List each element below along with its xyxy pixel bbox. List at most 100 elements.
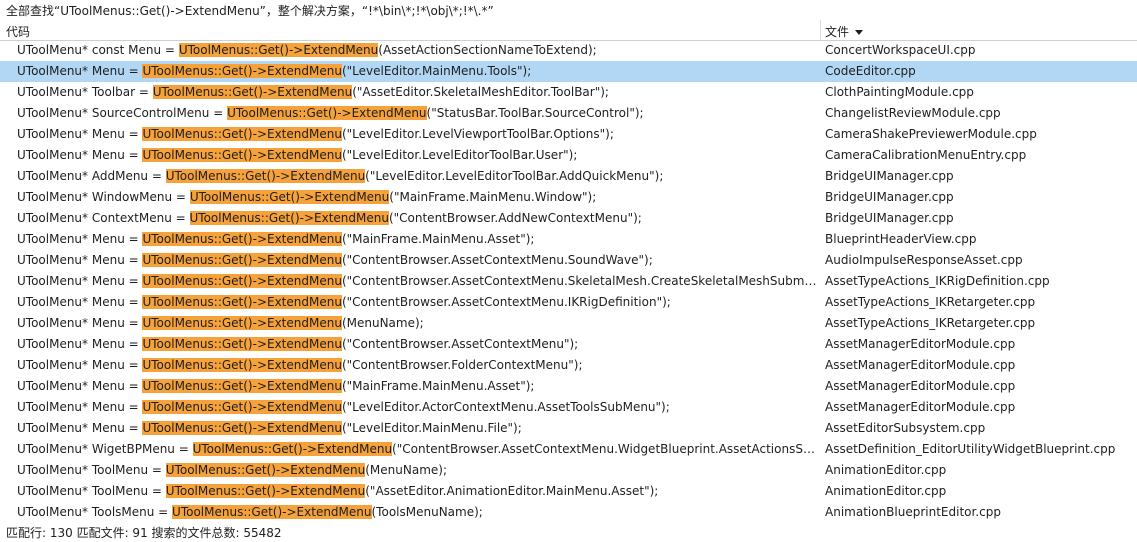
result-file: AssetManagerEditorModule.cpp: [825, 337, 1016, 351]
result-code: UToolMenu* ToolMenu = UToolMenus::Get()-…: [17, 481, 817, 502]
code-suffix: ("ContentBrowser.AssetContextMenu.SoundW…: [341, 253, 653, 267]
code-prefix: UToolMenu* ContextMenu =: [17, 211, 190, 225]
match-highlight: UToolMenus::Get()->ExtendMenu: [165, 169, 366, 183]
match-highlight: UToolMenus::Get()->ExtendMenu: [165, 463, 366, 477]
match-highlight: UToolMenus::Get()->ExtendMenu: [142, 232, 342, 246]
code-suffix: ("ContentBrowser.AssetContextMenu.Skelet…: [341, 274, 817, 288]
result-row[interactable]: UToolMenu* Menu = UToolMenus::Get()->Ext…: [0, 397, 1137, 418]
result-row[interactable]: UToolMenu* Toolbar = UToolMenus::Get()->…: [0, 82, 1137, 103]
code-prefix: UToolMenu* Menu =: [17, 274, 143, 288]
result-file: ClothPaintingModule.cpp: [825, 85, 974, 99]
code-prefix: UToolMenu* ToolMenu =: [17, 484, 166, 498]
column-header-file[interactable]: 文件: [820, 20, 1137, 40]
result-file: BridgeUIManager.cpp: [825, 169, 954, 183]
column-header-code[interactable]: 代码: [6, 20, 816, 40]
result-row[interactable]: UToolMenu* Menu = UToolMenus::Get()->Ext…: [0, 418, 1137, 439]
result-code: UToolMenu* Menu = UToolMenus::Get()->Ext…: [17, 124, 817, 145]
match-highlight: UToolMenus::Get()->ExtendMenu: [142, 421, 342, 435]
match-highlight: UToolMenus::Get()->ExtendMenu: [192, 442, 393, 456]
result-row[interactable]: UToolMenu* Menu = UToolMenus::Get()->Ext…: [0, 229, 1137, 250]
result-code: UToolMenu* AddMenu = UToolMenus::Get()->…: [17, 166, 817, 187]
code-suffix: ("MainFrame.MainMenu.Asset");: [341, 379, 535, 393]
result-row[interactable]: UToolMenu* AddMenu = UToolMenus::Get()->…: [0, 166, 1137, 187]
result-row[interactable]: UToolMenu* const Menu = UToolMenus::Get(…: [0, 40, 1137, 61]
code-prefix: UToolMenu* ToolMenu =: [17, 463, 166, 477]
result-file: AssetManagerEditorModule.cpp: [825, 358, 1016, 372]
result-row[interactable]: UToolMenu* Menu = UToolMenus::Get()->Ext…: [0, 292, 1137, 313]
code-prefix: UToolMenu* Menu =: [17, 358, 143, 372]
result-file: CodeEditor.cpp: [825, 64, 916, 78]
result-file: AnimationEditor.cpp: [825, 484, 947, 498]
result-row[interactable]: UToolMenu* Menu = UToolMenus::Get()->Ext…: [0, 313, 1137, 334]
result-row[interactable]: UToolMenu* WindowMenu = UToolMenus::Get(…: [0, 187, 1137, 208]
code-suffix: ("LevelEditor.MainMenu.File");: [341, 421, 522, 435]
match-highlight: UToolMenus::Get()->ExtendMenu: [142, 295, 342, 309]
search-title: 全部查找“UToolMenus::Get()->ExtendMenu”，整个解决…: [6, 4, 494, 18]
result-file: AnimationBlueprintEditor.cpp: [825, 505, 1001, 519]
code-suffix: ("MainFrame.MainMenu.Window");: [389, 190, 597, 204]
code-prefix: UToolMenu* Toolbar =: [17, 85, 153, 99]
match-highlight: UToolMenus::Get()->ExtendMenu: [142, 316, 342, 330]
code-suffix: ("ContentBrowser.AssetContextMenu.IKRigD…: [341, 295, 671, 309]
result-row[interactable]: UToolMenu* Menu = UToolMenus::Get()->Ext…: [0, 376, 1137, 397]
match-highlight: UToolMenus::Get()->ExtendMenu: [142, 358, 342, 372]
result-code: UToolMenu* Menu = UToolMenus::Get()->Ext…: [17, 271, 817, 292]
result-row[interactable]: UToolMenu* Menu = UToolMenus::Get()->Ext…: [0, 145, 1137, 166]
code-suffix: ("ContentBrowser.AssetContextMenu.Widget…: [392, 442, 817, 456]
code-suffix: (ToolsMenuName);: [371, 505, 483, 519]
result-row[interactable]: UToolMenu* Menu = UToolMenus::Get()->Ext…: [0, 250, 1137, 271]
result-code: UToolMenu* ContextMenu = UToolMenus::Get…: [17, 208, 817, 229]
code-prefix: UToolMenu* Menu =: [17, 337, 143, 351]
code-prefix: UToolMenu* Menu =: [17, 148, 143, 162]
result-row[interactable]: UToolMenu* ToolMenu = UToolMenus::Get()-…: [0, 460, 1137, 481]
result-row[interactable]: UToolMenu* Menu = UToolMenus::Get()->Ext…: [0, 124, 1137, 145]
result-code: UToolMenu* Toolbar = UToolMenus::Get()->…: [17, 82, 817, 103]
result-code: UToolMenu* Menu = UToolMenus::Get()->Ext…: [17, 250, 817, 271]
match-highlight: UToolMenus::Get()->ExtendMenu: [142, 127, 342, 141]
match-highlight: UToolMenus::Get()->ExtendMenu: [142, 400, 342, 414]
code-prefix: UToolMenu* WindowMenu =: [17, 190, 190, 204]
result-code: UToolMenu* Menu = UToolMenus::Get()->Ext…: [17, 355, 817, 376]
code-prefix: UToolMenu* Menu =: [17, 64, 143, 78]
code-prefix: UToolMenu* ToolsMenu =: [17, 505, 173, 519]
status-bar: 匹配行: 130 匹配文件: 91 搜索的文件总数: 55482: [6, 526, 282, 540]
code-suffix: ("AssetEditor.SkeletalMeshEditor.ToolBar…: [352, 85, 609, 99]
code-suffix: (MenuName);: [365, 463, 448, 477]
code-suffix: ("AssetEditor.AnimationEditor.MainMenu.A…: [365, 484, 659, 498]
result-code: UToolMenu* Menu = UToolMenus::Get()->Ext…: [17, 292, 817, 313]
code-suffix: ("ContentBrowser.AssetContextMenu");: [341, 337, 579, 351]
result-row[interactable]: UToolMenu* WigetBPMenu = UToolMenus::Get…: [0, 439, 1137, 460]
results-header: 代码 文件: [0, 20, 1137, 41]
result-code: UToolMenu* Menu = UToolMenus::Get()->Ext…: [17, 145, 817, 166]
code-suffix: ("LevelEditor.MainMenu.Tools");: [341, 64, 532, 78]
result-row[interactable]: UToolMenu* ToolsMenu = UToolMenus::Get()…: [0, 502, 1137, 520]
sort-descending-icon: [855, 30, 864, 35]
result-file: BlueprintHeaderView.cpp: [825, 232, 977, 246]
result-row[interactable]: UToolMenu* Menu = UToolMenus::Get()->Ext…: [0, 355, 1137, 376]
code-prefix: UToolMenu* Menu =: [17, 127, 143, 141]
result-row[interactable]: UToolMenu* ContextMenu = UToolMenus::Get…: [0, 208, 1137, 229]
result-code: UToolMenu* Menu = UToolMenus::Get()->Ext…: [17, 397, 817, 418]
results-list: UToolMenu* const Menu = UToolMenus::Get(…: [0, 40, 1137, 520]
code-suffix: ("MainFrame.MainMenu.Asset");: [341, 232, 535, 246]
code-prefix: UToolMenu* Menu =: [17, 295, 143, 309]
result-file: AssetTypeActions_IKRigDefinition.cpp: [825, 274, 1050, 288]
result-code: UToolMenu* const Menu = UToolMenus::Get(…: [17, 40, 817, 61]
result-row[interactable]: UToolMenu* Menu = UToolMenus::Get()->Ext…: [0, 271, 1137, 292]
match-highlight: UToolMenus::Get()->ExtendMenu: [152, 85, 353, 99]
result-row[interactable]: UToolMenu* ToolMenu = UToolMenus::Get()-…: [0, 481, 1137, 502]
match-highlight: UToolMenus::Get()->ExtendMenu: [165, 484, 366, 498]
result-file: ConcertWorkspaceUI.cpp: [825, 43, 976, 57]
result-row[interactable]: UToolMenu* SourceControlMenu = UToolMenu…: [0, 103, 1137, 124]
code-prefix: UToolMenu* WigetBPMenu =: [17, 442, 193, 456]
code-suffix: ("StatusBar.ToolBar.SourceControl");: [426, 106, 644, 120]
result-code: UToolMenu* ToolsMenu = UToolMenus::Get()…: [17, 502, 817, 520]
result-row[interactable]: UToolMenu* Menu = UToolMenus::Get()->Ext…: [0, 334, 1137, 355]
code-prefix: UToolMenu* Menu =: [17, 400, 143, 414]
match-highlight: UToolMenus::Get()->ExtendMenu: [142, 253, 342, 267]
match-highlight: UToolMenus::Get()->ExtendMenu: [227, 106, 427, 120]
code-suffix: (AssetActionSectionNameToExtend);: [378, 43, 597, 57]
result-row[interactable]: UToolMenu* Menu = UToolMenus::Get()->Ext…: [0, 61, 1137, 82]
result-file: CameraShakePreviewerModule.cpp: [825, 127, 1037, 141]
code-prefix: UToolMenu* const Menu =: [17, 43, 179, 57]
